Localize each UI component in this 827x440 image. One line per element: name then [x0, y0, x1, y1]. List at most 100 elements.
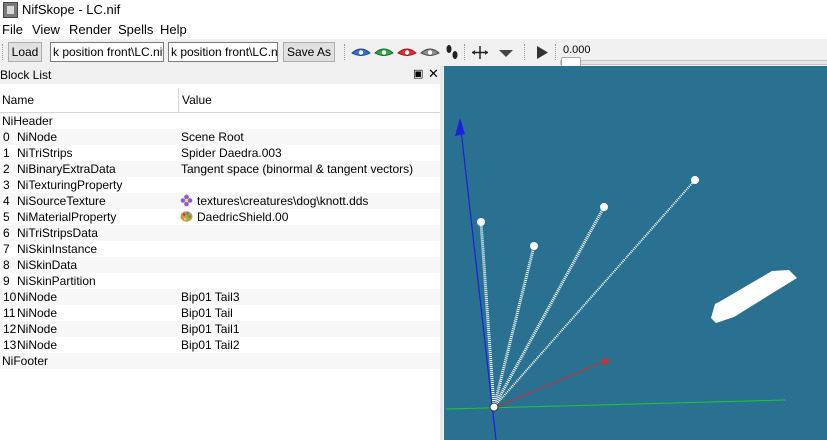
eye-blue-icon[interactable] — [351, 44, 371, 61]
row-value: textures\creatures\dog\knott.dds — [197, 194, 369, 208]
row-type: NiSourceTexture — [17, 194, 106, 208]
row-index: 4 — [3, 194, 10, 208]
eye-gray-icon[interactable] — [420, 44, 440, 61]
row-index: 11 — [3, 306, 16, 320]
table-row[interactable]: 12 NiNode Bip01 Tail1 — [0, 321, 440, 337]
table-row[interactable]: 13 NiNode Bip01 Tail2 — [0, 337, 440, 353]
render-viewport[interactable] — [444, 66, 827, 440]
menu-bar: File View Render Spells Help — [0, 20, 827, 39]
row-value: Spider Daedra.003 — [181, 146, 282, 160]
table-row[interactable]: 9 NiSkinPartition — [0, 273, 440, 289]
row-name: NiFooter — [2, 354, 49, 368]
load-button[interactable]: Load — [8, 42, 42, 62]
row-value: Tangent space (binormal & tangent vector… — [181, 162, 414, 176]
load-path-input[interactable]: k position front\LC.nif — [50, 42, 164, 62]
row-type: NiSkinData — [17, 258, 78, 272]
block-list-scrollbar[interactable] — [440, 66, 443, 440]
row-type: NiNode — [17, 322, 58, 336]
play-icon[interactable] — [532, 44, 552, 61]
block-list-title: Block List — [0, 68, 52, 82]
menu-file[interactable]: File — [2, 22, 23, 37]
eye-red-icon[interactable] — [397, 44, 417, 61]
bone-joint — [600, 203, 608, 211]
bone-line — [493, 179, 696, 408]
close-icon[interactable]: ✕ — [428, 66, 439, 82]
column-header-value[interactable]: Value — [182, 93, 212, 107]
row-index: 9 — [3, 274, 10, 288]
row-index: 10 — [3, 290, 17, 304]
save-path-input[interactable]: k position front\LC.nif — [168, 42, 278, 62]
nifskope-app-icon — [3, 2, 18, 18]
row-type: NiTriStrips — [17, 146, 73, 160]
toolbar-grip[interactable] — [524, 44, 528, 60]
block-list-panel: Block List ▣ ✕ Name Value NiHeader 0 NiNo… — [0, 66, 443, 440]
row-index: 5 — [3, 210, 10, 224]
table-row[interactable]: 8 NiSkinData — [0, 257, 440, 273]
row-value: Bip01 Tail1 — [181, 322, 240, 336]
row-type: NiTriStripsData — [17, 226, 98, 240]
menu-spells[interactable]: Spells — [118, 22, 153, 37]
table-row[interactable]: 7 NiSkinInstance — [0, 241, 440, 257]
row-value: Scene Root — [181, 130, 244, 144]
chevron-down-icon[interactable] — [496, 44, 516, 61]
scene-canvas[interactable] — [444, 66, 827, 440]
table-row[interactable]: 11 NiNode Bip01 Tail — [0, 305, 440, 321]
row-value: Bip01 Tail2 — [181, 338, 240, 352]
row-name: NiHeader — [2, 114, 53, 128]
table-row[interactable]: 5 NiMaterialProperty DaedricShield.00 — [0, 209, 440, 225]
axis-z-line — [459, 120, 497, 440]
table-row[interactable]: 1 NiTriStrips Spider Daedra.003 — [0, 145, 440, 161]
table-row[interactable]: 6 NiTriStripsData — [0, 225, 440, 241]
row-type: NiNode — [17, 130, 58, 144]
row-value: Bip01 Tail — [181, 306, 233, 320]
table-header: Name Value — [0, 88, 440, 113]
row-type: NiBinaryExtraData — [17, 162, 116, 176]
window-title: NifSkope - LC.nif — [22, 2, 121, 17]
time-slider-track[interactable] — [560, 60, 827, 65]
column-header-name[interactable]: Name — [2, 93, 34, 107]
table-row[interactable]: 3 NiTexturingProperty — [0, 177, 440, 193]
toolbar-grip[interactable] — [344, 44, 348, 60]
table-row[interactable]: 0 NiNode Scene Root — [0, 129, 440, 145]
row-index: 12 — [3, 322, 17, 336]
table-row[interactable]: 2 NiBinaryExtraData Tangent space (binorma… — [0, 161, 440, 177]
row-value: Bip01 Tail3 — [181, 290, 240, 304]
axis-x-line — [493, 358, 611, 409]
title-bar: NifSkope - LC.nif — [0, 0, 827, 20]
row-index: 0 — [3, 130, 10, 144]
row-index: 2 — [3, 162, 10, 176]
column-divider[interactable] — [178, 88, 179, 112]
row-type: NiTexturingProperty — [17, 178, 123, 192]
mesh-shape — [711, 270, 797, 323]
save-as-button[interactable]: Save As — [283, 42, 335, 62]
bone-root-joint — [489, 402, 499, 412]
row-type: NiSkinPartition — [17, 274, 96, 288]
bone-line — [492, 206, 606, 408]
row-type: NiNode — [17, 338, 58, 352]
row-type: NiNode — [17, 306, 58, 320]
menu-render[interactable]: Render — [69, 22, 112, 37]
row-type: NiNode — [17, 290, 58, 304]
float-icon[interactable]: ▣ — [413, 67, 423, 80]
table-row[interactable]: NiHeader — [0, 113, 440, 129]
table-body: NiHeader 0 NiNode Scene Root 1 NiTriStrips Sp… — [0, 113, 440, 369]
toolbar-grip[interactable] — [555, 44, 559, 60]
table-row[interactable]: 4 NiSourceTexture textures\creatures\dog\k… — [0, 193, 440, 209]
move-arrows-icon[interactable] — [470, 44, 490, 61]
row-index: 6 — [3, 226, 10, 240]
texture-flower-icon — [180, 194, 193, 207]
row-index: 3 — [3, 178, 10, 192]
table-row[interactable]: NiFooter — [0, 353, 440, 369]
row-type: NiSkinInstance — [17, 242, 98, 256]
eye-green-icon[interactable] — [374, 44, 394, 61]
menu-view[interactable]: View — [32, 22, 60, 37]
toolbar-grip[interactable] — [2, 44, 6, 60]
toolbar-grip[interactable] — [464, 44, 468, 60]
time-value: 0.000 — [563, 44, 591, 56]
block-list-header: Block List ▣ ✕ — [0, 66, 443, 84]
menu-help[interactable]: Help — [160, 22, 187, 37]
table-row[interactable]: 10 NiNode Bip01 Tail3 — [0, 289, 440, 305]
bone-joint — [530, 242, 538, 250]
footprints-icon[interactable] — [444, 44, 460, 61]
bone-joint — [477, 218, 485, 226]
